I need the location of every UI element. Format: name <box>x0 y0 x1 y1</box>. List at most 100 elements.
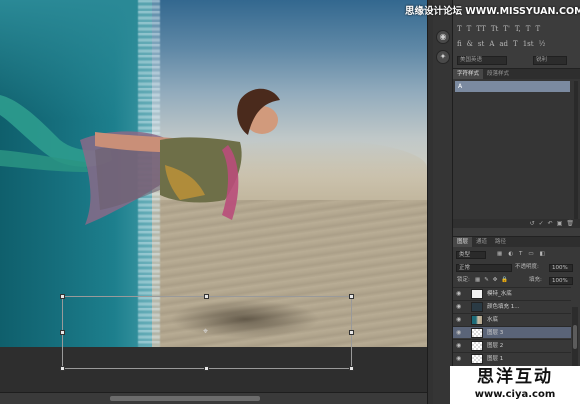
transform-pivot-icon[interactable]: ⌖ <box>203 328 208 337</box>
layers-scrollbar[interactable] <box>572 307 578 369</box>
watermark-logo: 思洋互动 www.ciya.com <box>450 366 580 404</box>
opacity-field[interactable]: 100% <box>549 263 573 272</box>
text-style-button-4[interactable]: T' <box>503 25 510 35</box>
layer-name: 图层 2 <box>487 343 504 349</box>
transform-handle-middle-right[interactable] <box>349 330 354 335</box>
opentype-button-1[interactable]: & <box>467 40 473 50</box>
tab-channels[interactable]: 通道 <box>472 237 491 247</box>
layer-list: ◉ 模特_水底 ◉ 颜色填充 1... ◉ 水底 ◉ 图层 3 ◉ 图层 2 ◉ 图层 1 <box>453 287 580 369</box>
layer-thumbnail <box>471 354 483 364</box>
layer-thumbnail <box>471 302 483 312</box>
tab-paragraph-styles[interactable]: 段落样式 <box>483 69 513 79</box>
horizontal-scroll-thumb[interactable] <box>110 396 260 401</box>
language-select[interactable]: 美国英语 <box>457 56 507 65</box>
styles-panel-icon[interactable]: ✦ <box>436 50 450 64</box>
text-style-button-7[interactable]: T <box>535 25 540 35</box>
char-style-footer: ↺ ✓ ↶ ▣ 🗑 <box>453 219 580 228</box>
layer-name: 颜色填充 1... <box>487 304 520 310</box>
transform-handle-top-left[interactable] <box>60 294 65 299</box>
tab-layers[interactable]: 图层 <box>453 237 473 247</box>
lock-row: 锁定: ▦✎✥🔒 填充: 100% <box>453 275 580 286</box>
selected-style-row[interactable]: A <box>455 81 570 92</box>
watermark-top: 思缘设计论坛 WWW.MISSYUAN.COM <box>405 6 580 17</box>
layer-thumbnail <box>471 341 483 351</box>
watermark-url: www.ciya.com <box>474 389 556 400</box>
visibility-eye-icon[interactable]: ◉ <box>456 314 464 326</box>
character-style-panel: 字符样式 段落样式 A ↺ ✓ ↶ ▣ 🗑 <box>453 68 580 228</box>
transform-handle-bottom-left[interactable] <box>60 366 65 371</box>
filter-icon-4[interactable]: ◧ <box>540 249 545 260</box>
char-style-tabbar: 字符样式 段落样式 <box>453 69 580 79</box>
opacity-label: 不透明度: <box>515 264 539 270</box>
tab-character-styles[interactable]: 字符样式 <box>453 69 484 79</box>
lock-icons[interactable]: ▦✎✥🔒 <box>475 275 512 286</box>
layer-row[interactable]: ◉ 图层 2 <box>453 339 571 351</box>
layer-name: 图层 3 <box>487 330 504 336</box>
visibility-eye-icon[interactable]: ◉ <box>456 340 464 352</box>
layers-tabbar: 图层 通道 路径 <box>453 237 580 247</box>
opentype-button-5[interactable]: T <box>513 40 518 50</box>
text-style-buttons: T T TT Tt T' T, T T <box>457 25 540 35</box>
blend-row: 正常 不透明度: 100% <box>453 262 580 273</box>
layer-row[interactable]: ◉ 水底 <box>453 313 571 325</box>
visibility-eye-icon[interactable]: ◉ <box>456 288 464 300</box>
layer-name: 图层 1 <box>487 356 504 362</box>
filter-icon-1[interactable]: ◐ <box>508 249 513 260</box>
fill-label: 填充: <box>529 277 542 283</box>
filter-icons: ▦ ◐ T ▭ ◧ <box>497 249 545 260</box>
transform-handle-top-right[interactable] <box>349 294 354 299</box>
opentype-button-4[interactable]: ad <box>499 40 508 50</box>
char-style-scrollbar[interactable] <box>574 81 578 221</box>
antialias-select[interactable]: 锐利 <box>533 56 567 65</box>
layer-thumbnail <box>471 315 483 325</box>
swimming-woman-figure <box>0 88 280 225</box>
layer-thumbnail <box>471 328 483 338</box>
text-style-button-5[interactable]: T, <box>515 25 521 35</box>
eye-panel-icon[interactable]: ◉ <box>436 30 450 44</box>
panel-icon-strip: ◉ ✦ <box>433 0 453 404</box>
layer-row[interactable]: ◉ 图层 1 <box>453 352 571 364</box>
lock-label: 锁定: <box>457 277 470 283</box>
layer-row[interactable]: ◉ 颜色填充 1... <box>453 300 571 312</box>
filter-kind-select[interactable]: 类型 <box>456 250 486 259</box>
opentype-button-0[interactable]: fi <box>457 40 462 50</box>
tab-paths[interactable]: 路径 <box>491 237 510 247</box>
opentype-button-6[interactable]: 1st <box>523 40 534 50</box>
transform-handle-top-center[interactable] <box>204 294 209 299</box>
layers-scroll-thumb[interactable] <box>573 325 577 349</box>
text-style-button-0[interactable]: T <box>457 25 462 35</box>
style-footer-icon-1[interactable]: ✓ <box>539 219 544 228</box>
watermark-title: 思洋互动 <box>477 367 553 387</box>
style-footer-icon-3[interactable]: ▣ <box>557 219 563 228</box>
opentype-button-3[interactable]: A <box>489 40 494 50</box>
layer-row[interactable]: ◉ 图层 3 <box>453 326 571 338</box>
text-style-button-2[interactable]: TT <box>476 25 485 35</box>
transform-handle-bottom-right[interactable] <box>349 366 354 371</box>
layers-panel: 图层 通道 路径 类型 ▦ ◐ T ▭ ◧ 正常 不透明度: 100% 锁定: ▦✎✥🔒… <box>453 236 580 369</box>
layer-name: 水底 <box>487 317 499 323</box>
opentype-buttons: fi & st Aad T 1st ½ <box>457 40 545 50</box>
blend-mode-select[interactable]: 正常 <box>456 263 512 272</box>
filter-icon-0[interactable]: ▦ <box>497 249 502 260</box>
opentype-button-7[interactable]: ½ <box>539 40 546 50</box>
style-footer-icon-2[interactable]: ↶ <box>548 219 553 228</box>
transform-handle-bottom-center[interactable] <box>204 366 209 371</box>
layer-thumbnail <box>471 289 483 299</box>
style-footer-icon-4[interactable]: 🗑 <box>566 219 574 228</box>
text-style-button-1[interactable]: T <box>467 25 472 35</box>
visibility-eye-icon[interactable]: ◉ <box>456 301 464 313</box>
fill-field[interactable]: 100% <box>549 276 573 285</box>
visibility-eye-icon[interactable]: ◉ <box>456 353 464 365</box>
style-footer-icon-0[interactable]: ↺ <box>530 219 535 228</box>
opentype-button-2[interactable]: st <box>478 40 484 50</box>
text-style-button-3[interactable]: Tt <box>491 25 498 35</box>
filter-icon-2[interactable]: T <box>519 249 522 260</box>
visibility-eye-icon[interactable]: ◉ <box>456 327 464 339</box>
text-style-button-6[interactable]: T <box>526 25 531 35</box>
horizontal-scrollbar[interactable] <box>0 392 427 404</box>
layer-filter-row: 类型 ▦ ◐ T ▭ ◧ <box>453 249 580 260</box>
layer-row[interactable]: ◉ 模特_水底 <box>453 287 571 299</box>
transform-handle-middle-left[interactable] <box>60 330 65 335</box>
filter-icon-3[interactable]: ▭ <box>528 249 533 260</box>
right-panels: T T TT Tt T' T, T T fi & st Aad T 1st ½ 美国英语 锐利 字符样式 … <box>453 0 580 404</box>
